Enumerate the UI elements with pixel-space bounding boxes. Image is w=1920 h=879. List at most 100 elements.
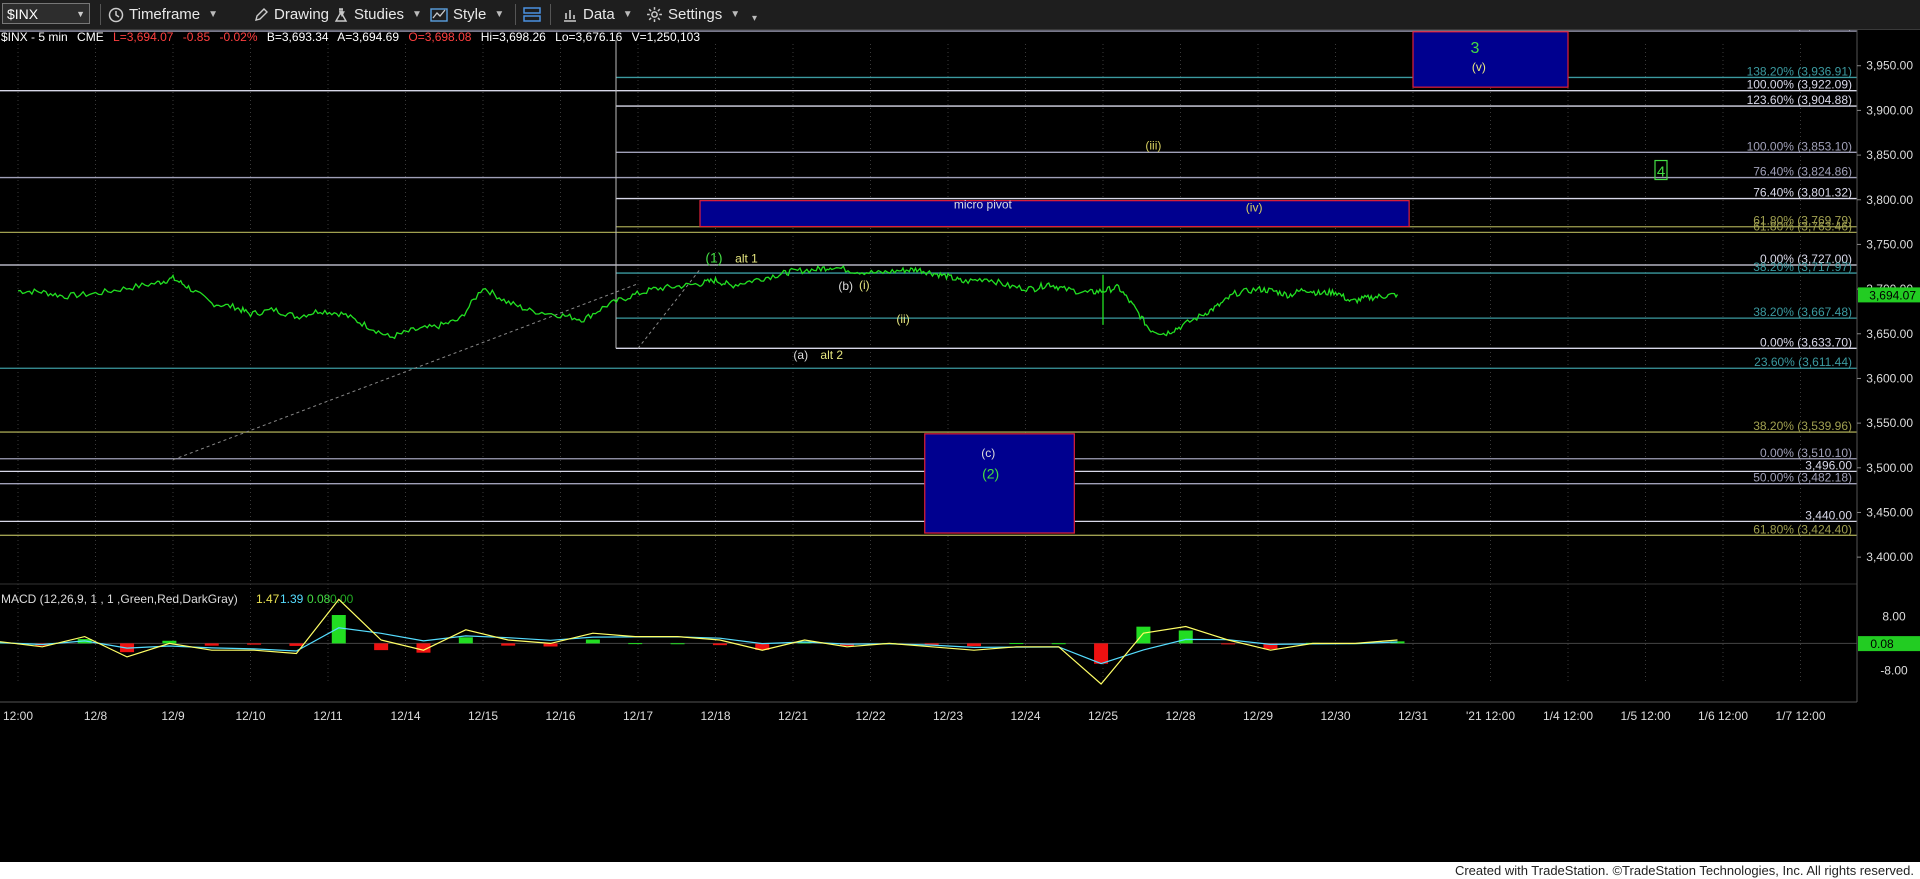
studies-menu[interactable]: Studies ▼ [333, 4, 422, 25]
macd-histogram-bar [374, 643, 389, 651]
trendline-dashed [637, 269, 701, 349]
chevron-down-icon: ▼ [622, 9, 633, 20]
time-tick-label: '21 12:00 [1466, 709, 1515, 723]
layout-button[interactable] [522, 4, 547, 25]
macd-axis-label: 8.00 [1882, 609, 1906, 623]
macd-value: 0.00 [330, 592, 354, 606]
time-tick-label: 12/29 [1243, 709, 1273, 723]
wave-label: (b) [838, 279, 853, 293]
open-price: O=3,698.08 [408, 30, 471, 44]
grid [0, 44, 1857, 684]
copyright-text: Created with TradeStation. ©TradeStation… [1454, 863, 1914, 878]
macd-axis-label: 0.08 [1870, 637, 1894, 651]
gear-icon [647, 7, 662, 22]
header-line: $INX - 5 min CME L=3,694.07 -0.85 -0.02%… [1, 30, 700, 44]
chevron-down-icon: ▼ [494, 9, 505, 20]
price-tick-label: 3,800.00 [1866, 193, 1913, 207]
price-tick-label: 3,650.00 [1866, 327, 1913, 341]
macd-histogram-bar [712, 643, 727, 646]
chevron-down-icon: ▾ [752, 13, 758, 24]
time-tick-label: 1/7 12:00 [1775, 709, 1825, 723]
macd-histogram-bar [331, 615, 346, 644]
low-price: Lo=3,676.16 [555, 30, 622, 44]
price-tick-label: 3,750.00 [1866, 237, 1913, 251]
clock-icon [108, 7, 124, 22]
price-tick-label: 3,450.00 [1866, 505, 1913, 519]
macd-panel: MACD (12,26,9, 1 , 1 ,Green,Red,DarkGray… [0, 592, 1920, 685]
toolbar-overflow-button[interactable]: ▾ [744, 8, 757, 29]
bid-price: B=3,693.34 [267, 30, 329, 44]
macd-histogram-bar [1009, 643, 1024, 645]
macd-histogram-bar [585, 639, 600, 644]
wave-label: (ii) [896, 312, 909, 326]
net-change: -0.85 [183, 30, 211, 44]
toolbar-divider [550, 4, 551, 25]
bar-chart-icon [564, 9, 576, 22]
timeframe-menu[interactable]: Timeframe ▼ [108, 4, 218, 25]
symbol-interval: $INX - 5 min [1, 30, 68, 44]
data-menu[interactable]: Data ▼ [562, 4, 633, 25]
fib-label: 76.40% (3,824.86) [1753, 165, 1852, 179]
fib-label: 123.60% (3,904.88) [1747, 93, 1852, 107]
pencil-icon [255, 7, 268, 21]
wave-label: 4 [1657, 164, 1665, 181]
macd-histogram-bar [670, 643, 685, 645]
style-menu[interactable]: Style ▼ [430, 4, 504, 25]
fib-label: 100.00% (3,922.09) [1747, 78, 1852, 92]
settings-label: Settings [668, 6, 723, 23]
macd-axis-label: -8.00 [1880, 663, 1908, 677]
fib-label: 100.00% (3,853.10) [1747, 139, 1852, 153]
price-tick-label: 3,400.00 [1866, 550, 1913, 564]
wave-label: 3 [1471, 40, 1480, 57]
chevron-down-icon: ▼ [76, 8, 85, 19]
price-series [17, 265, 1399, 340]
fib-label: 50.00% (3,482.18) [1753, 471, 1852, 485]
fib-label: 61.80% (3,424.40) [1753, 522, 1852, 536]
ask-price: A=3,694.69 [337, 30, 399, 44]
high-price: Hi=3,698.26 [481, 30, 546, 44]
data-label: Data [583, 6, 615, 23]
wave3-target-box [1412, 31, 1569, 88]
settings-menu[interactable]: Settings ▼ [646, 4, 740, 25]
chart-header: $INX - 5 min CME L=3,694.07 -0.85 -0.02%… [1, 30, 700, 44]
axes: 3,400.00 3,450.00 3,500.00 3,550.00 3,600.00… [0, 30, 1920, 723]
style-icon [430, 7, 448, 22]
fib-label: 38.20% (3,539.96) [1753, 419, 1852, 433]
macd-histogram-bar [1094, 643, 1109, 664]
trendline-dashed [172, 283, 639, 461]
price-tick-label: 3,900.00 [1866, 103, 1913, 117]
macd-histogram-bar [501, 643, 516, 646]
fib-label: 161.80% (3,988.83) [1747, 30, 1852, 32]
price-tick-label: 3,850.00 [1866, 148, 1913, 162]
macd-histogram-bar [628, 643, 643, 645]
time-tick-label: 12/22 [855, 709, 885, 723]
time-tick-label: 12/24 [1010, 709, 1040, 723]
toolbar-divider [100, 4, 101, 25]
time-tick-label: 12/23 [933, 709, 963, 723]
time-tick-label: 12/18 [700, 709, 730, 723]
last-price-label: 3,694.07 [1869, 288, 1916, 302]
time-tick-label: 12/30 [1320, 709, 1350, 723]
wave-label: alt 1 [735, 251, 758, 265]
fib-label: 76.40% (3,801.32) [1753, 186, 1852, 200]
wave-label: (2) [982, 466, 999, 482]
exchange-label: CME [77, 30, 104, 44]
macd-value: 0.08 [307, 592, 331, 606]
macd-histogram-bar [1178, 630, 1193, 644]
wave2-support-box [924, 433, 1075, 534]
chart-toolbar: $INX ▼ Timeframe ▼ Drawing ▼ Studies ▼ Styl… [0, 0, 1920, 30]
fib-label: 38.20% (3,717.97) [1753, 260, 1852, 274]
symbol-selector[interactable]: $INX ▼ [2, 3, 90, 24]
time-tick-label: 12/21 [778, 709, 808, 723]
macd-histogram-bar [967, 643, 982, 647]
volume: V=1,250,103 [632, 30, 701, 44]
chevron-down-icon: ▼ [412, 9, 422, 20]
price-chart[interactable]: 161.80% (3,988.83)138.20% (3,936.91)100.… [0, 30, 1920, 862]
macd-value: 1.47 [256, 592, 280, 606]
fib-label: 61.80% (3,763.46) [1753, 219, 1852, 233]
price-tick-label: 3,550.00 [1866, 416, 1913, 430]
fib-label: 0.00% (3,633.70) [1760, 335, 1852, 349]
time-tick-label: 12/10 [235, 709, 265, 723]
wave-label: (iv) [1246, 200, 1263, 214]
time-tick-label: 12/14 [390, 709, 420, 723]
